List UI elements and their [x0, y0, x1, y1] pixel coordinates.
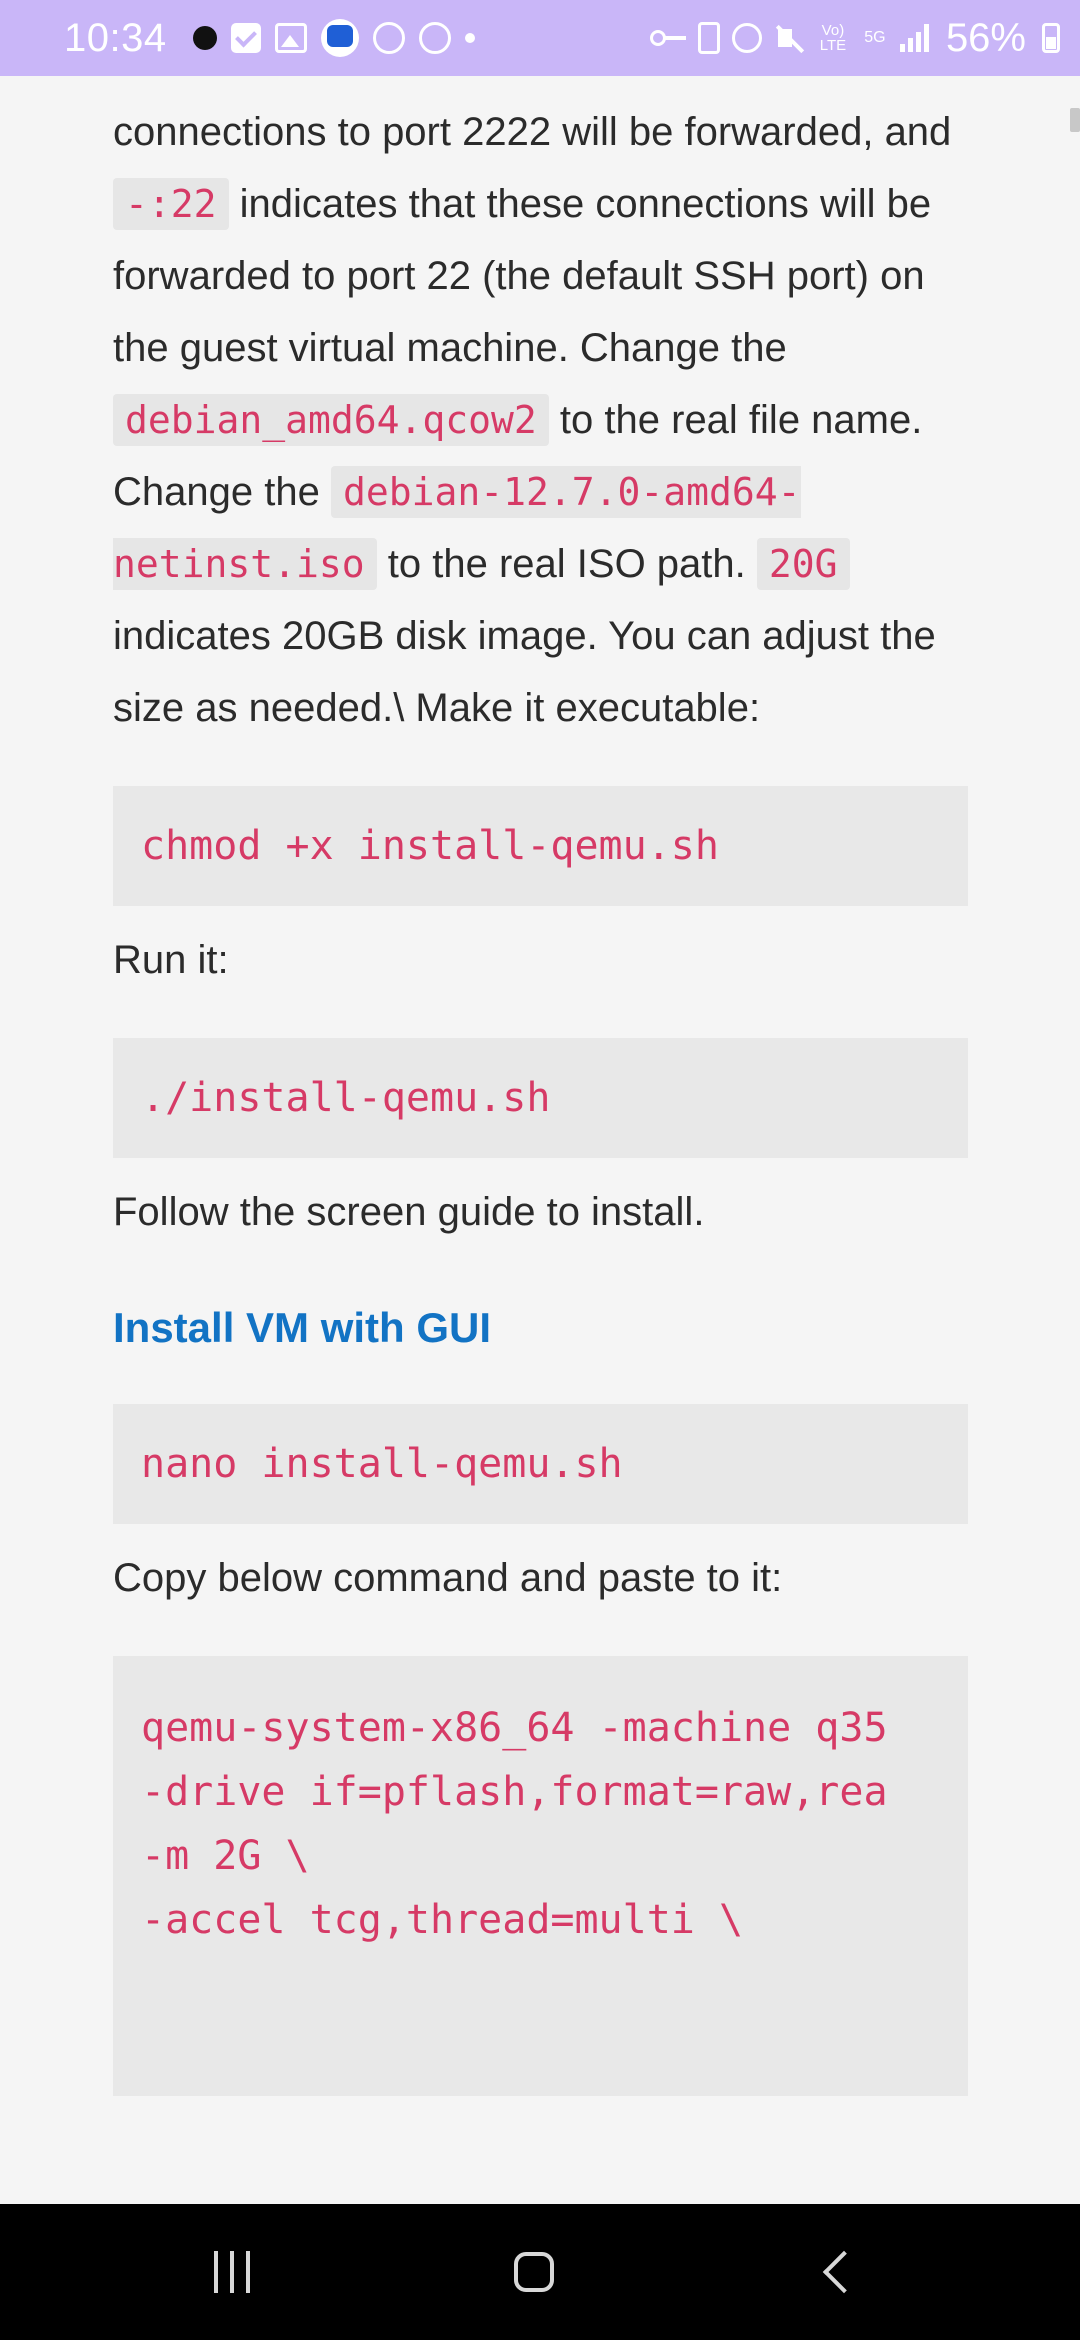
alarm-icon [731, 23, 762, 53]
vpn-key-icon [649, 28, 686, 48]
home-button[interactable] [444, 2204, 624, 2340]
recent-apps-button[interactable] [142, 2204, 322, 2340]
run-it-label: Run it: [113, 938, 229, 982]
paragraph-port-forward: connections to port 2222 will be forward… [113, 96, 968, 744]
paragraph-text: indicates that these connections will be… [113, 182, 932, 370]
code-line: -m 2G \ [141, 1833, 310, 1879]
sync-icon [418, 22, 451, 54]
code-line: qemu-system-x86_64 -machine q35 [141, 1705, 888, 1751]
section-heading-install-gui: Install VM with GUI [113, 1304, 492, 1351]
record-dot-icon [192, 26, 217, 50]
code-line: -accel tcg,thread=multi \ [141, 1897, 744, 1943]
inline-code-qcow2: debian_amd64.qcow2 [113, 394, 549, 446]
more-notifications-icon [464, 33, 475, 43]
notification-icons [192, 19, 475, 57]
battery-icon [1042, 23, 1060, 53]
gallery-icon [274, 23, 307, 53]
code-block-run[interactable]: ./install-qemu.sh [113, 1038, 968, 1158]
code-line: -drive if=pflash,format=raw,rea [141, 1769, 888, 1815]
paragraph-text: connections to port 2222 will be forward… [113, 110, 952, 154]
copy-command-label: Copy below command and paste to it: [113, 1556, 783, 1600]
clipboard-icon [697, 22, 720, 54]
scrollbar-thumb[interactable] [1070, 108, 1080, 132]
home-icon [514, 2252, 554, 2292]
follow-guide-label: Follow the screen guide to install. [113, 1190, 705, 1234]
navigation-bar [0, 2204, 1080, 2340]
article-content: connections to port 2222 will be forward… [113, 76, 968, 2096]
battery-percent: 56% [945, 15, 1026, 60]
inline-code-port: -:22 [113, 178, 229, 230]
back-icon [822, 2250, 866, 2294]
code-block-qemu[interactable]: qemu-system-x86_64 -machine q35 -drive i… [113, 1656, 968, 2096]
code-block-nano[interactable]: nano install-qemu.sh [113, 1404, 968, 1524]
back-button[interactable] [748, 2204, 928, 2340]
inline-code-size: 20G [756, 538, 850, 590]
circle-check-icon [372, 22, 405, 54]
volte-icon: Vo) LTE [816, 23, 850, 53]
mute-icon [774, 23, 804, 53]
recents-icon [214, 2251, 250, 2293]
status-bar: 10:34 Vo) LTE 5G 56% [0, 0, 1080, 76]
app-notification-icon [320, 19, 359, 57]
signal-icon [899, 24, 930, 52]
code-block-chmod[interactable]: chmod +x install-qemu.sh [113, 786, 968, 906]
network-type-icon: 5G [864, 29, 886, 46]
system-icons: Vo) LTE 5G 56% [649, 15, 1060, 61]
task-check-icon [230, 23, 261, 53]
volte-bottom-label: LTE [819, 37, 847, 54]
paragraph-text: indicates 20GB disk image. You can adjus… [113, 614, 936, 730]
paragraph-text: to the real ISO path. [376, 542, 757, 586]
status-time: 10:34 [64, 15, 167, 60]
